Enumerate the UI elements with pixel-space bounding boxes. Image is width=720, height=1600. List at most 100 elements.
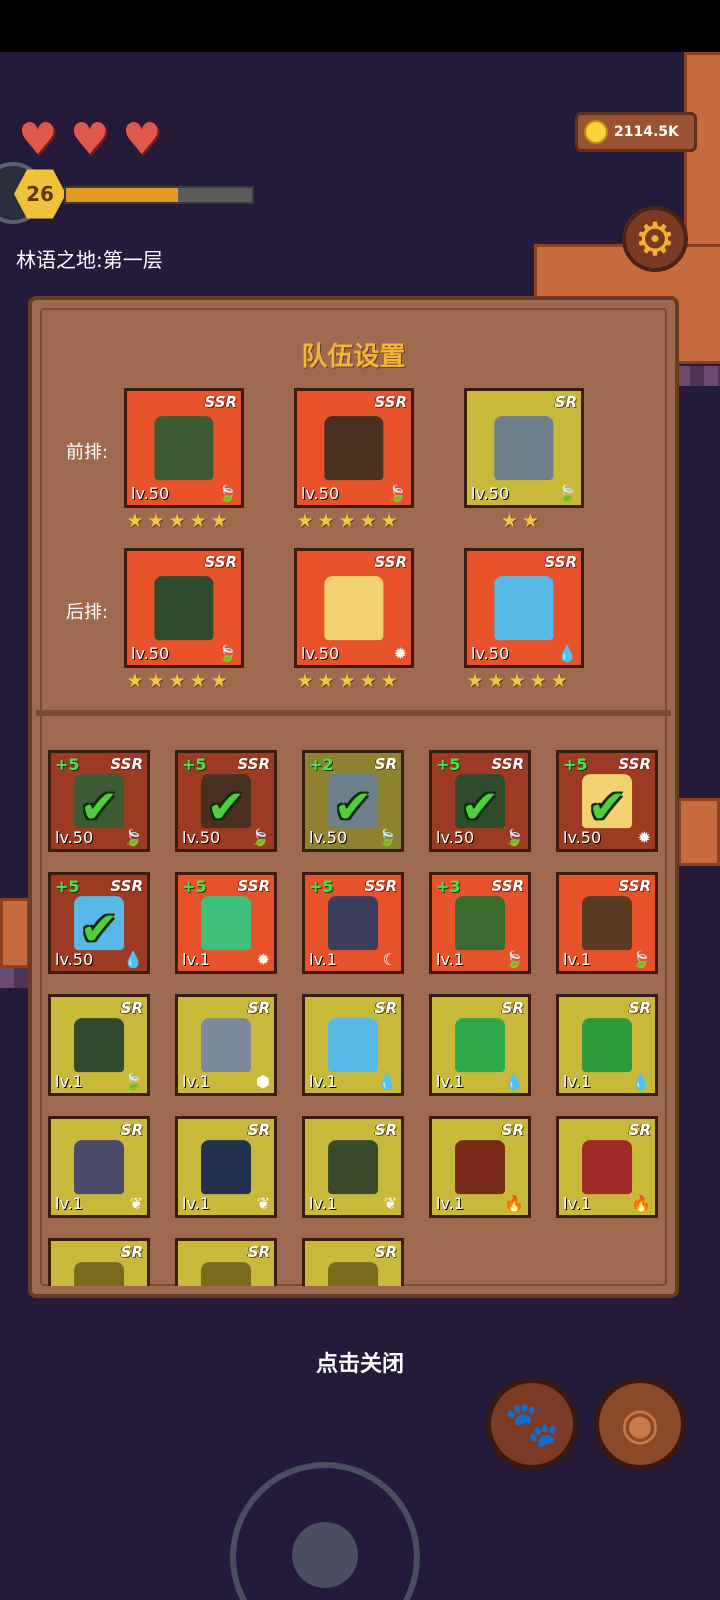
team-slot-back-2[interactable]: SSR lv.50 ✹ xyxy=(294,548,414,668)
roster-card[interactable]: SSR +5 lv.50 ✹ ✔ xyxy=(556,750,658,852)
orc-shaman-sprite xyxy=(154,576,214,640)
roster-card[interactable]: SSR +5 lv.50 🍃 ✔ xyxy=(429,750,531,852)
water-spirit-sprite xyxy=(328,1018,378,1072)
rarity-badge: SR xyxy=(628,1121,651,1139)
roster-card[interactable]: SR lv.1 🍃 xyxy=(48,994,150,1096)
hero-level: lv.50 xyxy=(471,644,510,663)
rarity-badge: SR xyxy=(501,999,524,1017)
partial-sprite xyxy=(328,1262,378,1286)
team-slot-front-1[interactable]: SSR lv.50 🍃 xyxy=(124,388,244,508)
leaf-element-icon: 🍃 xyxy=(123,828,143,847)
star-icon: ★ xyxy=(317,670,335,692)
heart-icon: ♥ xyxy=(70,114,110,165)
leaf-element-icon: 🍃 xyxy=(387,484,407,503)
coin-value: 2114.5K xyxy=(614,124,679,140)
roster-card[interactable]: SSR +5 lv.50 🍃 ✔ xyxy=(48,750,150,852)
roster-card[interactable]: SR xyxy=(302,1238,404,1286)
roster-card[interactable]: SR lv.1 ❦ xyxy=(302,1116,404,1218)
bag-button[interactable]: ◉ xyxy=(594,1378,686,1470)
settings-gear-button[interactable]: ⚙ xyxy=(622,206,688,272)
rarity-badge: SSR xyxy=(204,393,237,411)
orc-shaman-sprite xyxy=(74,1018,124,1072)
hero-level: lv.1 xyxy=(55,1194,83,1213)
hero-level: lv.1 xyxy=(182,1194,210,1213)
gear-icon: ⚙ xyxy=(634,212,676,266)
star-icon: ★ xyxy=(501,510,519,532)
roster-card[interactable]: SR lv.1 💧 xyxy=(556,994,658,1096)
rarity-badge: SSR xyxy=(618,755,651,773)
hero-level: lv.1 xyxy=(563,950,591,969)
rarity-badge: SR xyxy=(501,1121,524,1139)
leaf-element-icon: 🍃 xyxy=(123,1072,143,1091)
roster-card[interactable]: SSR +5 lv.1 ✹ xyxy=(175,872,277,974)
rarity-badge: SSR xyxy=(491,877,524,895)
background-wall-right-lower xyxy=(678,798,720,866)
roster-card[interactable]: SR lv.1 🔥 xyxy=(429,1116,531,1218)
roster-card[interactable]: SR lv.1 💧 xyxy=(302,994,404,1096)
background-floor-edge xyxy=(676,366,720,386)
leaf-element-icon: 🍃 xyxy=(217,484,237,503)
joystick-knob[interactable] xyxy=(292,1522,358,1588)
rarity-badge: SR xyxy=(247,1243,270,1261)
roster-card[interactable]: SSR lv.1 🍃 xyxy=(556,872,658,974)
rarity-badge: SR xyxy=(374,755,397,773)
team-slot-back-1[interactable]: SSR lv.50 🍃 xyxy=(124,548,244,668)
upgrade-count: +5 xyxy=(563,755,588,774)
roster-card[interactable]: SR lv.1 ❦ xyxy=(48,1116,150,1218)
tree-stump-sprite xyxy=(582,896,632,950)
roster-card[interactable]: SR lv.1 💧 xyxy=(429,994,531,1096)
hero-level: lv.1 xyxy=(182,1072,210,1091)
star-icon: ★ xyxy=(189,510,207,532)
coin-counter: 2114.5K xyxy=(575,112,697,152)
star-icon: ★ xyxy=(168,670,186,692)
rarity-badge: SSR xyxy=(204,553,237,571)
rarity-badge: SSR xyxy=(237,877,270,895)
leaf-element-icon: 🍃 xyxy=(504,828,524,847)
upgrade-count: +5 xyxy=(182,755,207,774)
star-rating: ★ ★ ★ ★ ★ xyxy=(297,670,398,692)
hero-level: lv.1 xyxy=(309,1072,337,1091)
hero-level: lv.50 xyxy=(471,484,510,503)
team-slot-front-3[interactable]: SR lv.50 🍃 xyxy=(464,388,584,508)
rarity-badge: SR xyxy=(247,1121,270,1139)
hero-level: lv.1 xyxy=(563,1072,591,1091)
star-rating: ★ ★ xyxy=(501,510,539,532)
roster-card[interactable]: SR lv.1 🔥 xyxy=(556,1116,658,1218)
rarity-badge: SSR xyxy=(374,393,407,411)
bat-sprite xyxy=(74,1140,124,1194)
hero-level: lv.50 xyxy=(131,484,170,503)
star-icon: ★ xyxy=(466,670,484,692)
team-slot-back-3[interactable]: SSR lv.50 💧 xyxy=(464,548,584,668)
area-name: 林语之地:第一层 xyxy=(16,248,163,272)
rarity-badge: SSR xyxy=(364,877,397,895)
player-level: 26 xyxy=(26,182,54,206)
roster-card[interactable]: SR lv.1 ⬢ xyxy=(175,994,277,1096)
rarity-badge: SR xyxy=(120,1243,143,1261)
roster-card[interactable]: SR +2 lv.50 🍃 ✔ xyxy=(302,750,404,852)
treant-sprite xyxy=(324,416,384,480)
upgrade-count: +5 xyxy=(55,877,80,896)
selected-check-icon: ✔ xyxy=(79,901,119,956)
rarity-badge: SR xyxy=(247,999,270,1017)
upgrade-count: +5 xyxy=(436,755,461,774)
tap-to-close-hint[interactable]: 点击关闭 xyxy=(0,1346,720,1378)
green-ogre-sprite xyxy=(582,1018,632,1072)
roster-card[interactable]: SSR +5 lv.1 ☾ xyxy=(302,872,404,974)
roster-card[interactable]: SR xyxy=(48,1238,150,1286)
star-icon: ★ xyxy=(508,670,526,692)
leaf-element-icon: 🍃 xyxy=(631,950,651,969)
fairy-sprite xyxy=(324,576,384,640)
pet-button[interactable]: 🐾 xyxy=(486,1378,578,1470)
roster-card[interactable]: SSR +5 lv.50 💧 ✔ xyxy=(48,872,150,974)
roster-card[interactable]: SSR +3 lv.1 🍃 xyxy=(429,872,531,974)
star-rating: ★ ★ ★ ★ ★ xyxy=(467,670,568,692)
roster-card[interactable]: SR lv.1 ❦ xyxy=(175,1116,277,1218)
hero-level: lv.50 xyxy=(301,644,340,663)
team-slot-front-2[interactable]: SSR lv.50 🍃 xyxy=(294,388,414,508)
roster-card[interactable]: SSR +5 lv.50 🍃 ✔ xyxy=(175,750,277,852)
green-ghoul-sprite xyxy=(201,896,251,950)
roster-card[interactable]: SR xyxy=(175,1238,277,1286)
star-icon: ★ xyxy=(380,510,398,532)
star-icon: ★ xyxy=(126,670,144,692)
hero-level: lv.50 xyxy=(301,484,340,503)
